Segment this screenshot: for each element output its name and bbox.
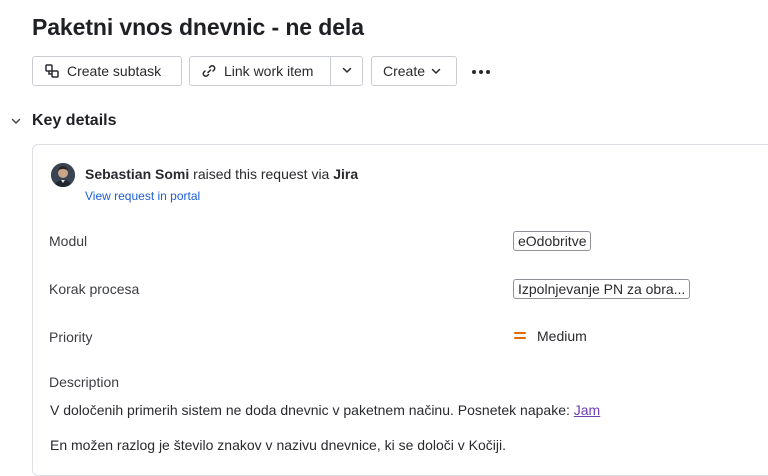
key-details-header[interactable]: Key details (8, 110, 116, 132)
raised-text: raised this request via (193, 166, 330, 182)
create-button[interactable]: Create (371, 56, 457, 86)
chevron-down-icon[interactable] (8, 115, 24, 127)
description-text-1: V določenih primerih sistem ne doda dnev… (50, 402, 570, 418)
chevron-down-icon (430, 65, 442, 77)
korak-procesa-label: Korak procesa (49, 281, 140, 297)
create-label: Create (383, 63, 426, 79)
chevron-down-icon (341, 63, 353, 79)
link-icon (201, 63, 217, 79)
modul-value[interactable]: eOdobritve (513, 231, 592, 251)
korak-procesa-value[interactable]: Izpolnjevanje PN za obra... (513, 279, 691, 299)
description-label: Description (49, 374, 120, 390)
description-link-jam[interactable]: Jam (574, 402, 600, 418)
view-request-portal-link[interactable]: View request in portal (85, 189, 200, 203)
request-channel: Jira (333, 166, 359, 182)
issue-title: Paketni vnos dnevnic - ne dela (32, 14, 364, 40)
key-details-heading: Key details (32, 112, 117, 129)
link-work-item-dropdown-button[interactable] (330, 56, 363, 86)
requester-line: Sebastian Somi raised this request via J… (85, 166, 358, 182)
priority-field[interactable]: Medium (513, 328, 587, 344)
priority-label: Priority (49, 329, 93, 345)
priority-medium-icon (513, 331, 527, 341)
subtask-icon (44, 63, 60, 79)
priority-value: Medium (537, 328, 587, 344)
link-work-item-label: Link work item (224, 63, 314, 79)
link-work-item-button[interactable]: Link work item (189, 56, 331, 86)
more-actions-icon[interactable] (469, 62, 493, 82)
avatar[interactable] (51, 163, 75, 187)
description-line-1: V določenih primerih sistem ne doda dnev… (50, 402, 600, 418)
create-subtask-label: Create subtask (67, 63, 162, 79)
requester-name[interactable]: Sebastian Somi (85, 166, 189, 182)
description-line-2: En možen razlog je število znakov v nazi… (50, 437, 506, 453)
modul-label: Modul (49, 233, 88, 249)
create-subtask-button[interactable]: Create subtask (32, 56, 182, 86)
